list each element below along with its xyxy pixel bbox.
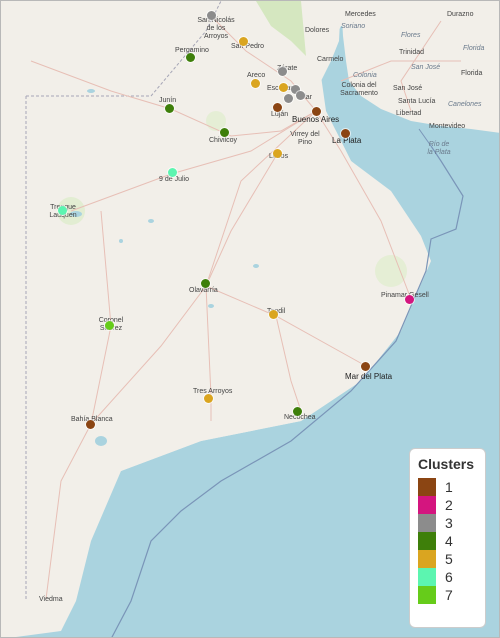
legend-swatch [418, 586, 436, 604]
cluster-point[interactable] [168, 168, 177, 177]
cluster-point[interactable] [361, 362, 370, 371]
label-florida: Florida [463, 45, 485, 52]
legend-item-1: 1 [418, 478, 477, 496]
label-mar-del-plata: Mar del Plata [345, 372, 393, 381]
legend-label: 1 [445, 479, 453, 495]
cluster-point[interactable] [204, 394, 213, 403]
legend-label: 2 [445, 497, 453, 513]
legend-title: Clusters [418, 456, 475, 472]
label-la-plata: La Plata [332, 136, 362, 145]
cluster-point[interactable] [207, 11, 216, 20]
label-olavarria: Olavarría [189, 287, 218, 294]
label-canelones: Canelones [448, 101, 482, 108]
label-soriano: Soriano [341, 23, 366, 30]
legend-swatch [418, 496, 436, 514]
cluster-point[interactable] [312, 107, 321, 116]
label-colonia-city: Colonia del Sacramento [340, 82, 378, 97]
label-pinamar: Pinamar [381, 292, 408, 299]
cluster-point[interactable] [405, 295, 414, 304]
legend-item-2: 2 [418, 496, 477, 514]
label-san-jose-dept: San José [411, 64, 441, 71]
label-chivilcoy: Chivilcoy [209, 137, 238, 144]
label-mercedes: Mercedes [345, 11, 376, 18]
legend-label: 7 [445, 587, 453, 603]
cluster-point[interactable] [86, 420, 95, 429]
cluster-point[interactable] [269, 310, 278, 319]
label-viedma: Viedma [39, 596, 63, 603]
cluster-point[interactable] [273, 149, 282, 158]
cluster-point[interactable] [251, 79, 260, 88]
label-santa-lucia: Santa Lucía [398, 98, 436, 105]
legend-item-5: 5 [418, 550, 477, 568]
cluster-point[interactable] [186, 53, 195, 62]
label-trinidad: Trinidad [399, 49, 425, 56]
label-tres-arroyos: Tres Arroyos [193, 388, 233, 395]
legend-swatch [418, 550, 436, 568]
label-florida-city: Florida [461, 70, 483, 77]
legend-item-3: 3 [418, 514, 477, 532]
label-9-de-julio: 9 de Julio [159, 176, 189, 183]
label-durazno: Durazno [447, 11, 474, 18]
cluster-point[interactable] [296, 91, 305, 100]
label-carmelo: Carmelo [317, 56, 344, 63]
label-san-jose: San José [393, 85, 423, 92]
cluster-point[interactable] [293, 407, 302, 416]
label-buenos-aires: Buenos Aires [292, 115, 340, 124]
map[interactable]: San Nicolás de los Arroyos Pergamino San… [0, 0, 500, 638]
legend-label: 3 [445, 515, 453, 531]
cluster-point[interactable] [58, 206, 67, 215]
legend-swatch [418, 514, 436, 532]
cluster-point[interactable] [341, 129, 350, 138]
label-libertad: Libertad [396, 110, 422, 117]
legend-item-7: 7 [418, 586, 477, 604]
cluster-point[interactable] [278, 67, 287, 76]
label-rio-de-la-plata: Río de la Plata [427, 141, 451, 156]
legend-swatch [418, 532, 436, 550]
cluster-point[interactable] [273, 103, 282, 112]
legend-swatch [418, 478, 436, 496]
legend-item-6: 6 [418, 568, 477, 586]
cluster-point[interactable] [201, 279, 210, 288]
label-lujan: Luján [271, 111, 289, 118]
label-virrey: Virrey del Pino [290, 131, 320, 146]
legend: Clusters 1 2 3 4 5 6 7 [409, 448, 486, 628]
label-flores: Flores [401, 32, 421, 39]
label-montevideo: Montevideo [429, 123, 466, 130]
legend-label: 6 [445, 569, 453, 585]
cluster-point[interactable] [284, 94, 293, 103]
cluster-point[interactable] [220, 128, 229, 137]
legend-item-4: 4 [418, 532, 477, 550]
legend-label: 4 [445, 533, 453, 549]
legend-label: 5 [445, 551, 453, 567]
label-dolores: Dolores [305, 27, 330, 34]
label-san-nicolas: San Nicolás de los Arroyos [197, 17, 235, 40]
cluster-point[interactable] [239, 37, 248, 46]
label-colonia-dept: Colonia [353, 72, 377, 79]
cluster-point[interactable] [279, 83, 288, 92]
cluster-point[interactable] [105, 321, 114, 330]
legend-swatch [418, 568, 436, 586]
cluster-point[interactable] [165, 104, 174, 113]
label-san-pedro: San Pedro [231, 43, 265, 50]
